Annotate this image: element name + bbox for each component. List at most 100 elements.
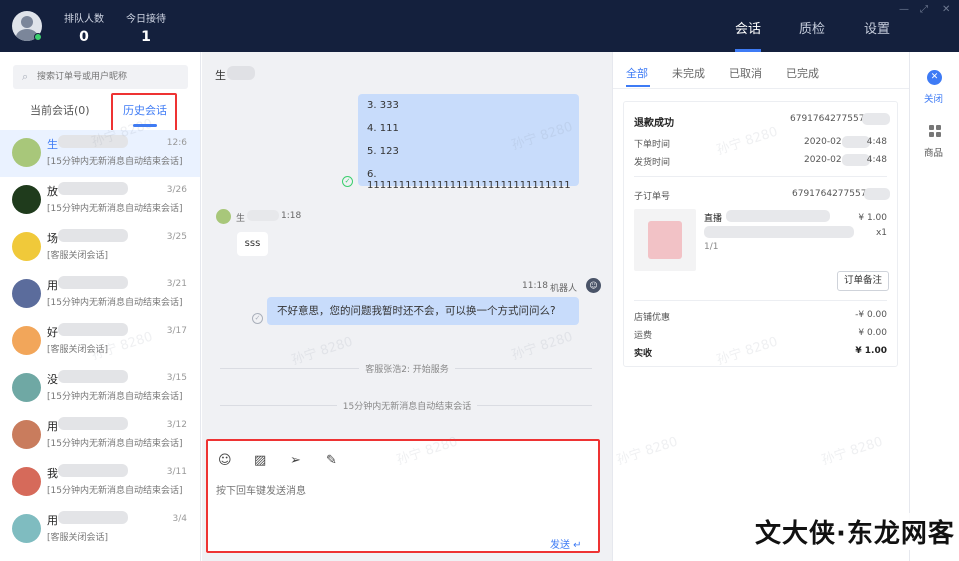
conversation-last-message: [15分钟内无新消息自动结束会话] [47, 392, 183, 402]
ship-time-value: 2020-02 [804, 155, 842, 165]
list-line: 3. 333 [367, 100, 399, 111]
product-label[interactable]: 商品 [924, 145, 943, 159]
ship-time-label: 发货时间 [634, 158, 671, 168]
search-input[interactable] [37, 68, 185, 86]
conversation-date: 3/11 [166, 467, 187, 477]
queue-stat: 排队人数 0 [54, 10, 114, 45]
conversation-date: 3/4 [172, 514, 187, 524]
divider [634, 300, 887, 301]
blurred-product-title [726, 210, 830, 222]
order-time-tail: 4:48 [866, 137, 887, 147]
conversation-date: 12:6 [166, 138, 187, 148]
conversation-name: 没 [47, 373, 58, 386]
nav-tab-settings[interactable]: 设置 [864, 18, 890, 37]
system-message-text: 客服张浩2: 开始服务 [359, 365, 455, 375]
conversation-name: 用 [47, 420, 58, 433]
conversation-name: 生 [47, 138, 58, 151]
conversation-item[interactable]: 我 3/11 [15分钟内无新消息自动结束会话] [0, 459, 200, 506]
conversation-item[interactable]: 场 3/25 [客服关闭会话] [0, 224, 200, 271]
conversation-item[interactable]: 用 3/4 [客服关闭会话] [0, 506, 200, 553]
blurred-name [58, 229, 128, 242]
blurred-name [58, 276, 128, 289]
conversation-item[interactable]: 生 12:6 [15分钟内无新消息自动结束会话] [0, 130, 200, 177]
avatar [12, 420, 41, 449]
outgoing-list-message: 3. 333 4. 111 5. 123 6. 1111111111111111… [358, 94, 579, 191]
today-value: 1 [141, 29, 151, 45]
conversation-name: 放 [47, 185, 58, 198]
conversation-item[interactable]: 用 3/12 [15分钟内无新消息自动结束会话] [0, 412, 200, 459]
online-status-dot [34, 33, 42, 41]
close-icon[interactable]: ✕ [927, 70, 942, 85]
nav-tab-quality[interactable]: 质检 [799, 18, 825, 37]
read-check-icon: ✓ [342, 176, 353, 187]
conversation-item[interactable]: 用 3/21 [15分钟内无新消息自动结束会话] [0, 271, 200, 318]
order-remark-button[interactable]: 订单备注 [837, 271, 889, 291]
blurred-name [58, 323, 128, 336]
avatar [12, 185, 41, 214]
tab-unfinished[interactable]: 未完成 [672, 65, 705, 81]
product-index: 1/1 [704, 242, 719, 252]
robot-icon: ☺ [586, 278, 601, 293]
paid-value: ¥ 1.00 [855, 346, 887, 356]
minimize-icon[interactable]: — [899, 4, 909, 15]
paid-label: 实收 [634, 349, 653, 359]
avatar [12, 514, 41, 543]
tab-completed[interactable]: 已完成 [786, 65, 819, 81]
conversation-item[interactable]: 放 3/26 [15分钟内无新消息自动结束会话] [0, 177, 200, 224]
search-box[interactable]: ⌕ [13, 65, 188, 89]
blurred-name [58, 182, 128, 195]
customer-avatar [216, 209, 231, 224]
tab-cancelled[interactable]: 已取消 [729, 65, 762, 81]
conversation-last-message: [客服关闭会话] [47, 345, 109, 355]
system-message: 15分钟内无新消息自动结束会话 [202, 399, 612, 412]
conversation-name: 好 [47, 326, 58, 339]
order-panel: 全部 未完成 已取消 已完成 退款成功 67917642775574 下单时间 … [612, 52, 910, 561]
maximize-icon[interactable]: ⤢ [920, 4, 928, 15]
sent-check-icon: ✓ [252, 313, 263, 324]
conversation-name: 场 [47, 232, 58, 245]
order-time-value: 2020-02 [804, 137, 842, 147]
blurred-product-title [704, 226, 854, 238]
conversation-item[interactable]: 好 3/17 [客服关闭会话] [0, 318, 200, 365]
system-message-text: 15分钟内无新消息自动结束会话 [336, 402, 478, 412]
highlight-box-history-tab [111, 93, 177, 132]
order-status: 退款成功 [634, 118, 674, 129]
order-number[interactable]: 67917642775574 [790, 114, 870, 124]
list-line: 5. 123 [367, 146, 399, 157]
close-window-icon[interactable]: ✕ [942, 4, 950, 15]
divider [613, 88, 910, 89]
freight-label: 运费 [634, 331, 653, 341]
ship-time-tail: 4:48 [866, 155, 887, 165]
conversation-item[interactable]: 没 3/15 [15分钟内无新消息自动结束会话] [0, 365, 200, 412]
conversation-last-message: [15分钟内无新消息自动结束会话] [47, 298, 183, 308]
product-image[interactable] [634, 209, 696, 271]
conversation-last-message: [15分钟内无新消息自动结束会话] [47, 486, 183, 496]
message-time: 11:18 [522, 281, 548, 291]
avatar [12, 326, 41, 355]
nav-tab-session[interactable]: 会话 [735, 18, 761, 37]
queue-label: 排队人数 [64, 14, 104, 25]
side-action-bar: ✕ 关闭 商品 [909, 52, 959, 561]
conversation-date: 3/25 [166, 232, 187, 242]
shop-discount-label: 店铺优惠 [634, 313, 671, 323]
blurred-value [864, 188, 890, 200]
blurred-name [58, 135, 128, 148]
blurred-value [862, 113, 890, 125]
conversation-last-message: [客服关闭会话] [47, 533, 109, 543]
tab-current-sessions[interactable]: 当前会话(0) [30, 102, 90, 118]
search-icon: ⌕ [22, 70, 29, 83]
conversation-date: 3/12 [166, 420, 187, 430]
product-price: ¥ 1.00 [858, 213, 887, 223]
today-label: 今日接待 [126, 14, 166, 25]
today-stat: 今日接待 1 [116, 10, 176, 45]
close-session-label[interactable]: 关闭 [924, 91, 943, 105]
conversation-name: 用 [47, 279, 58, 292]
highlight-box-composer [206, 439, 600, 553]
sub-order-number[interactable]: 67917642775574 [792, 189, 872, 199]
tab-all[interactable]: 全部 [626, 65, 648, 81]
grid-icon[interactable] [929, 125, 942, 138]
sub-order-label: 子订单号 [634, 192, 671, 202]
conversation-last-message: [15分钟内无新消息自动结束会话] [47, 157, 183, 167]
conversation-last-message: [15分钟内无新消息自动结束会话] [47, 439, 183, 449]
product-name[interactable]: 直播 [704, 211, 722, 224]
